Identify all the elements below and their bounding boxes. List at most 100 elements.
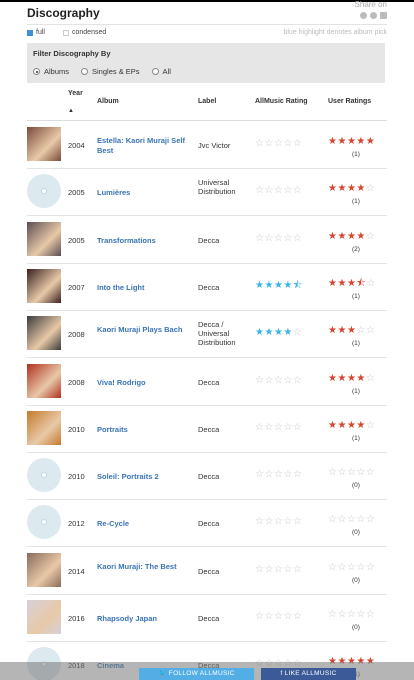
album-link[interactable]: Rhapsody Japan bbox=[97, 614, 192, 624]
filter-all-label: All bbox=[162, 67, 171, 76]
user-rating-count: (1) bbox=[352, 340, 360, 348]
star-icon: ☆ bbox=[283, 516, 293, 528]
filter-albums[interactable]: Albums bbox=[33, 67, 69, 76]
album-link[interactable]: Into the Light bbox=[97, 283, 192, 293]
user-rating[interactable]: ☆☆☆☆☆ bbox=[328, 468, 375, 478]
like-allmusic-button[interactable]: f LIKE ALLMUSIC bbox=[261, 668, 356, 680]
user-rating[interactable]: ★★★★★ bbox=[328, 137, 375, 147]
star-icon: ☆ bbox=[346, 467, 357, 479]
album-link[interactable]: Lumières bbox=[97, 188, 192, 198]
album-placeholder-disc[interactable] bbox=[27, 174, 61, 209]
user-rating[interactable]: ☆☆☆☆☆ bbox=[328, 515, 375, 525]
star-icon: ⯪ bbox=[356, 277, 367, 289]
col-year[interactable]: Year bbox=[68, 90, 83, 97]
star-icon: ☆ bbox=[292, 421, 303, 433]
star-icon: ★ bbox=[337, 230, 347, 242]
user-rating-count: (1) bbox=[352, 292, 360, 300]
row-label: Decca / Universal Distribution bbox=[198, 320, 236, 348]
user-rating[interactable]: ★★★★☆ bbox=[328, 372, 376, 384]
user-rating[interactable]: ★★★★☆ bbox=[328, 184, 375, 194]
row-year: 2005 bbox=[68, 235, 85, 245]
album-cover[interactable] bbox=[27, 268, 61, 303]
star-icon: ☆ bbox=[264, 421, 274, 433]
view-full-label: full bbox=[36, 29, 45, 36]
list-icon bbox=[63, 29, 69, 36]
col-allmusic-rating[interactable]: AllMusic Rating bbox=[255, 98, 308, 105]
album-link[interactable]: Kaori Muraji Plays Bach bbox=[97, 325, 192, 335]
filter-title: Filter Discography By bbox=[33, 49, 111, 58]
row-label: Decca bbox=[198, 377, 220, 387]
album-cover[interactable] bbox=[27, 127, 61, 161]
star-icon: ★ bbox=[337, 183, 347, 195]
album-link[interactable]: Re-Cycle bbox=[97, 519, 192, 529]
tumblr-icon[interactable] bbox=[380, 12, 387, 19]
star-icon: ☆ bbox=[356, 467, 366, 479]
star-icon: ☆ bbox=[292, 469, 303, 481]
user-rating[interactable]: ☆☆☆☆☆ bbox=[328, 561, 375, 573]
star-icon: ☆ bbox=[346, 609, 357, 620]
filter-all[interactable]: All bbox=[151, 67, 171, 76]
album-cover[interactable] bbox=[27, 552, 61, 587]
star-icon: ☆ bbox=[292, 138, 303, 149]
album-cover[interactable] bbox=[27, 316, 61, 351]
table-row: 2005 Lumières Universal Distribution ☆☆☆☆☆ ★… bbox=[27, 168, 387, 217]
star-icon: ★ bbox=[337, 325, 347, 337]
album-link[interactable]: Transformations bbox=[97, 236, 192, 246]
album-cover[interactable] bbox=[27, 363, 61, 398]
star-icon: ☆ bbox=[365, 183, 376, 195]
star-icon: ☆ bbox=[365, 514, 376, 526]
radio-singles[interactable] bbox=[81, 68, 89, 75]
row-label: Decca bbox=[198, 472, 220, 482]
radio-albums[interactable] bbox=[33, 68, 40, 75]
user-rating[interactable]: ★★★★☆ bbox=[328, 230, 376, 242]
album-link[interactable]: Soleil: Portraits 2 bbox=[97, 472, 192, 482]
allmusic-rating: ★★★★⯪ bbox=[255, 279, 303, 291]
col-label[interactable]: Label bbox=[198, 98, 216, 105]
table-row: 2004 Estella: Kaori Muraji Self Best Jvc V… bbox=[27, 121, 387, 169]
user-rating-count: (1) bbox=[352, 387, 360, 395]
sort-arrow-icon[interactable]: ▲ bbox=[68, 108, 74, 114]
view-condensed-toggle[interactable]: condensed bbox=[63, 29, 106, 36]
album-cover[interactable] bbox=[27, 600, 61, 634]
album-link[interactable]: Portraits bbox=[97, 425, 192, 435]
user-rating[interactable]: ★★★⯪☆ bbox=[328, 277, 376, 289]
star-icon: ☆ bbox=[346, 514, 357, 526]
view-full-toggle[interactable]: full bbox=[27, 29, 45, 36]
user-rating[interactable]: ★★★☆☆ bbox=[328, 326, 375, 336]
user-rating[interactable]: ★★★★☆ bbox=[328, 419, 376, 431]
star-icon: ☆ bbox=[283, 374, 293, 386]
album-placeholder-disc[interactable] bbox=[27, 458, 61, 493]
album-link[interactable]: Viva! Rodrigo bbox=[97, 378, 192, 388]
row-year: 2012 bbox=[68, 519, 85, 529]
col-album[interactable]: Album bbox=[97, 98, 119, 105]
twitter-icon[interactable] bbox=[370, 12, 377, 19]
filter-singles[interactable]: Singles & EPs bbox=[81, 67, 140, 76]
star-icon: ☆ bbox=[346, 561, 357, 573]
follow-allmusic-button[interactable]: 🐦 FOLLOW ALLMUSIC bbox=[139, 668, 254, 680]
table-row: 2010 Portraits Decca ☆☆☆☆☆ ★★★★☆ (1) bbox=[27, 405, 387, 453]
album-placeholder-disc[interactable] bbox=[27, 505, 61, 540]
facebook-icon[interactable] bbox=[360, 12, 367, 19]
star-icon: ☆ bbox=[365, 419, 376, 431]
album-cover[interactable] bbox=[27, 221, 61, 256]
star-icon: ⯪ bbox=[292, 279, 303, 291]
album-cover[interactable] bbox=[27, 410, 61, 445]
row-year: 2008 bbox=[68, 377, 85, 387]
star-icon: ☆ bbox=[264, 563, 274, 575]
star-icon: ☆ bbox=[365, 230, 376, 242]
table-row: 2008 Viva! Rodrigo Decca ☆☆☆☆☆ ★★★★☆ (1) bbox=[27, 358, 387, 406]
col-user-ratings[interactable]: User Ratings bbox=[328, 98, 371, 105]
star-icon: ☆ bbox=[292, 563, 303, 575]
star-icon: ☆ bbox=[283, 138, 293, 149]
share-area: Share on bbox=[355, 0, 387, 19]
album-link[interactable]: Kaori Muraji: The Best bbox=[97, 562, 192, 572]
table-row: 2010 Soleil: Portraits 2 Decca ☆☆☆☆☆ ☆☆☆☆☆ (0… bbox=[27, 452, 387, 501]
album-link[interactable]: Estella: Kaori Muraji Self Best bbox=[97, 136, 192, 156]
radio-all[interactable] bbox=[151, 68, 159, 75]
user-rating[interactable]: ☆☆☆☆☆ bbox=[328, 610, 375, 620]
star-icon: ☆ bbox=[264, 611, 274, 622]
row-year: 2010 bbox=[68, 424, 85, 434]
star-icon: ☆ bbox=[365, 372, 376, 384]
row-year: 2016 bbox=[68, 614, 85, 623]
view-condensed-label: condensed bbox=[72, 29, 107, 36]
